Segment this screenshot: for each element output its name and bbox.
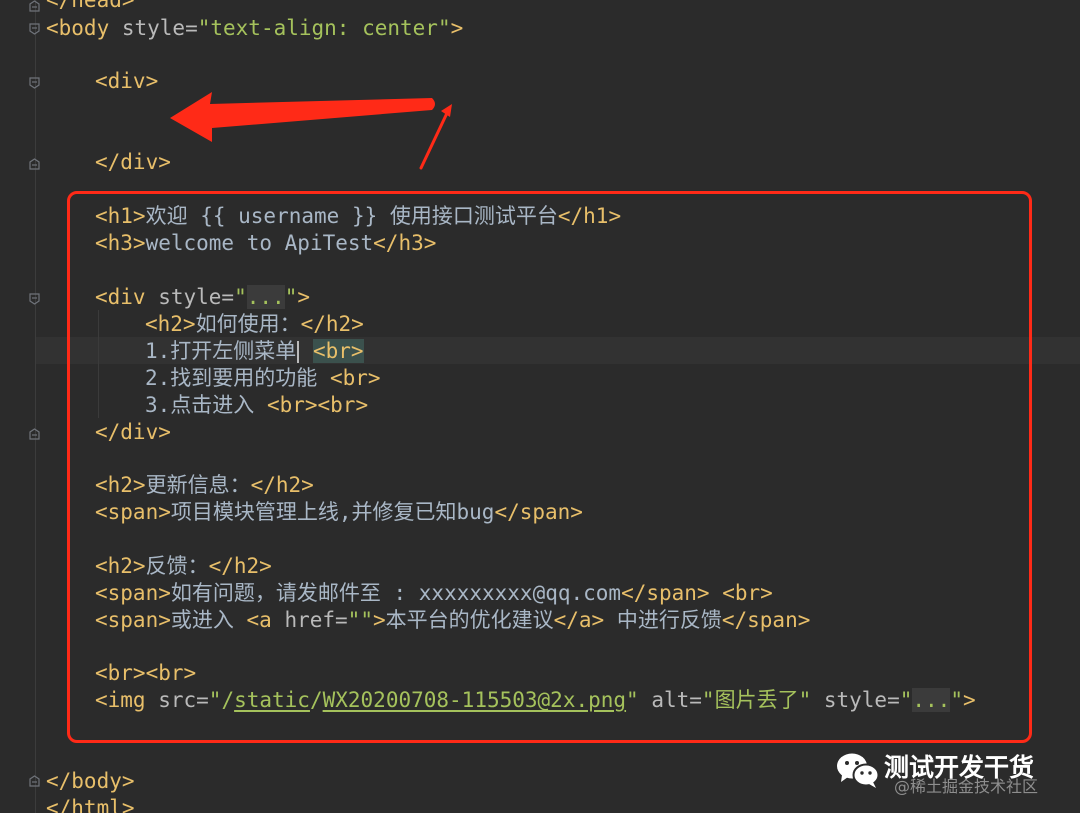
watermark: 测试开发干货 @稀土掘金技术社区 — [836, 745, 1076, 805]
wechat-icon — [836, 751, 880, 794]
community-credit: @稀土掘金技术社区 — [894, 777, 1039, 796]
annotation-arrows — [170, 92, 452, 170]
big-arrow-icon — [170, 92, 435, 142]
thin-arrow-icon — [419, 104, 452, 170]
code-editor[interactable]: </head> <body style="text-align: center"… — [0, 0, 1080, 813]
